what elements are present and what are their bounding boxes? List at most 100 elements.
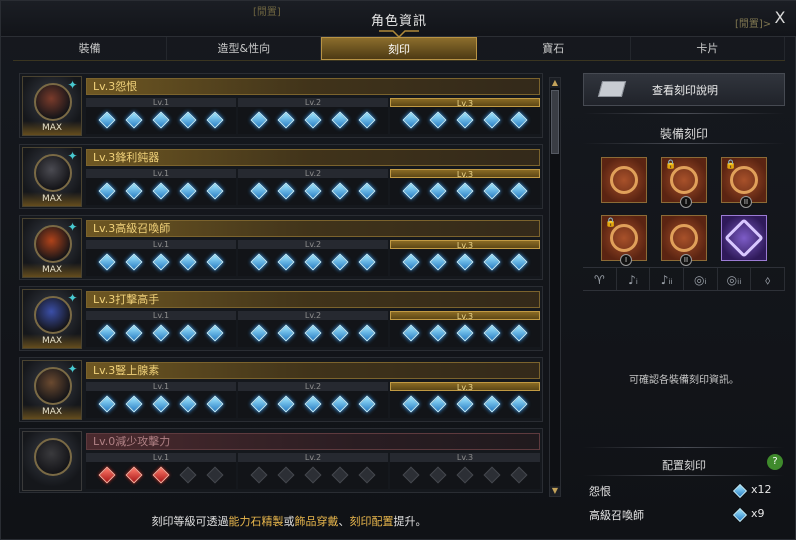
engraving-row[interactable]: ✦ MAX Lv.3鋒利鈍器 Lv.1 Lv.2 Lv.3 (19, 144, 543, 209)
scroll-down-arrow-icon[interactable]: ▼ (550, 486, 560, 496)
engraving-node-icon (98, 466, 116, 484)
engraving-node-icon (331, 324, 349, 342)
engraving-node-icon (250, 182, 268, 200)
engraving-node-icon (206, 395, 224, 413)
level-segment: Lv.1 (86, 453, 236, 489)
engraving-node-icon (483, 111, 501, 129)
equipment-slot-filter: ♈ ♪ᵢ ♪ᵢᵢ ◎ᵢ ◎ᵢᵢ ⬨ (583, 267, 786, 291)
stone-icon[interactable]: ⬨ (751, 268, 786, 290)
tab-2[interactable]: 刻印 (321, 37, 477, 60)
close-button[interactable]: X (769, 7, 791, 29)
config-help-button[interactable]: ? (767, 454, 783, 470)
engraving-node-icon (331, 182, 349, 200)
engraving-row[interactable]: ✦ MAX Lv.3打擊高手 Lv.1 Lv.2 Lv.3 (19, 286, 543, 351)
engraving-node-icon (456, 395, 474, 413)
ability-stone-icon (724, 218, 764, 258)
engraving-node-icon (125, 111, 143, 129)
engraving-node-icon (429, 324, 447, 342)
tab-0[interactable]: 裝備 (13, 37, 168, 60)
equipped-slot[interactable] (721, 215, 767, 261)
engraving-icon: ✦ MAX (22, 76, 82, 136)
lock-icon: 🔒 (605, 218, 617, 228)
engraving-node-icon (358, 395, 376, 413)
engraving-node-icon (456, 466, 474, 484)
engraving-node-icon (152, 324, 170, 342)
engraving-node-icon (277, 324, 295, 342)
equipped-slot[interactable]: II (661, 215, 707, 266)
accessory-icon (670, 224, 698, 252)
engraving-node-icon (152, 253, 170, 271)
ring-1-icon[interactable]: ◎ᵢ (684, 268, 718, 290)
engraving-icon: ✦ MAX (22, 360, 82, 420)
level-segment: Lv.1 (86, 382, 236, 418)
engraving-icon (22, 431, 82, 491)
engraving-list: ✦ MAX Lv.3怨恨 Lv.1 Lv.2 Lv.3 ✦ MAX Lv.3鋒利鈍器 Lv.1 Lv… (19, 73, 543, 497)
engraving-node-icon (331, 395, 349, 413)
engraving-node-icon (456, 324, 474, 342)
engraving-row[interactable]: ✦ MAX Lv.3怨恨 Lv.1 Lv.2 Lv.3 (19, 73, 543, 138)
divider (583, 113, 785, 114)
engraving-node-icon (483, 324, 501, 342)
necklace-icon[interactable]: ♈ (583, 268, 617, 290)
level-label: Lv.1 (86, 98, 236, 107)
engraving-name: Lv.3怨恨 (86, 78, 540, 95)
level-segment: Lv.3 (390, 240, 540, 276)
equipped-slot[interactable]: 🔒 II (721, 157, 767, 208)
engraving-node-icon (510, 111, 528, 129)
engraving-node-icon (179, 253, 197, 271)
slot-number-badge: II (680, 254, 692, 266)
engraving-node-icon (304, 324, 322, 342)
scroll-up-arrow-icon[interactable]: ▲ (550, 78, 560, 88)
engraving-node-icon (402, 324, 420, 342)
tab-4[interactable]: 卡片 (631, 37, 786, 60)
level-segment: Lv.1 (86, 169, 236, 205)
engraving-row[interactable]: Lv.0減少攻擊力 Lv.1 Lv.2 Lv.3 (19, 428, 543, 493)
level-segment: Lv.1 (86, 98, 236, 134)
level-track: Lv.1 Lv.2 Lv.3 (86, 240, 540, 276)
engraving-node-icon (456, 111, 474, 129)
engraving-node-icon (98, 182, 116, 200)
engraving-row[interactable]: ✦ MAX Lv.3豎上腺素 Lv.1 Lv.2 Lv.3 (19, 357, 543, 422)
engraving-list-scrollbar[interactable]: ▲ ▼ (549, 77, 561, 497)
engraving-node-icon (429, 395, 447, 413)
level-label: Lv.1 (86, 240, 236, 249)
engraving-node-icon (456, 182, 474, 200)
engraving-node-icon (152, 395, 170, 413)
divider (583, 447, 785, 448)
sparkle-icon: ✦ (67, 362, 78, 376)
engraving-node-icon (510, 324, 528, 342)
equipped-slot[interactable]: 🔒 I (661, 157, 707, 208)
config-engraving-count: x9 (751, 507, 765, 520)
engraving-node-icon (510, 395, 528, 413)
engraving-node-icon (358, 253, 376, 271)
engraving-node-icon (402, 466, 420, 484)
tab-3[interactable]: 寶石 (477, 37, 631, 60)
equipped-slot[interactable]: 🔒 I (601, 215, 647, 266)
level-segment: Lv.2 (238, 98, 388, 134)
engraving-node-icon (429, 253, 447, 271)
scroll-thumb[interactable] (551, 90, 559, 154)
equipped-slot[interactable] (601, 157, 647, 203)
window-title: 角色資訊 (370, 14, 427, 29)
tab-1[interactable]: 造型&性向 (167, 37, 322, 60)
earring-2-icon[interactable]: ♪ᵢᵢ (650, 268, 685, 290)
engraving-node-icon (152, 466, 170, 484)
engraving-node-icon (402, 395, 420, 413)
engraving-node-icon (179, 111, 197, 129)
view-engraving-help-button[interactable]: 查看刻印說明 (583, 73, 785, 106)
level-track: Lv.1 Lv.2 Lv.3 (86, 453, 540, 489)
engraving-node-icon (277, 111, 295, 129)
level-label: Lv.3 (390, 382, 540, 392)
earring-1-icon[interactable]: ♪ᵢ (617, 268, 651, 290)
engraving-node-icon (358, 111, 376, 129)
equipped-engraving-title: 裝備刻印 (659, 127, 708, 141)
engraving-node-icon (402, 182, 420, 200)
engraving-name: Lv.3豎上腺素 (86, 362, 540, 379)
ring-2-icon[interactable]: ◎ᵢᵢ (718, 268, 752, 290)
footer-mid-2: 、 (338, 515, 350, 528)
engraving-node-icon (277, 466, 295, 484)
engraving-row[interactable]: ✦ MAX Lv.3高級召喚師 Lv.1 Lv.2 Lv.3 (19, 215, 543, 280)
max-badge: MAX (23, 334, 81, 348)
level-label: Lv.2 (238, 169, 388, 178)
engraving-node-icon (483, 466, 501, 484)
